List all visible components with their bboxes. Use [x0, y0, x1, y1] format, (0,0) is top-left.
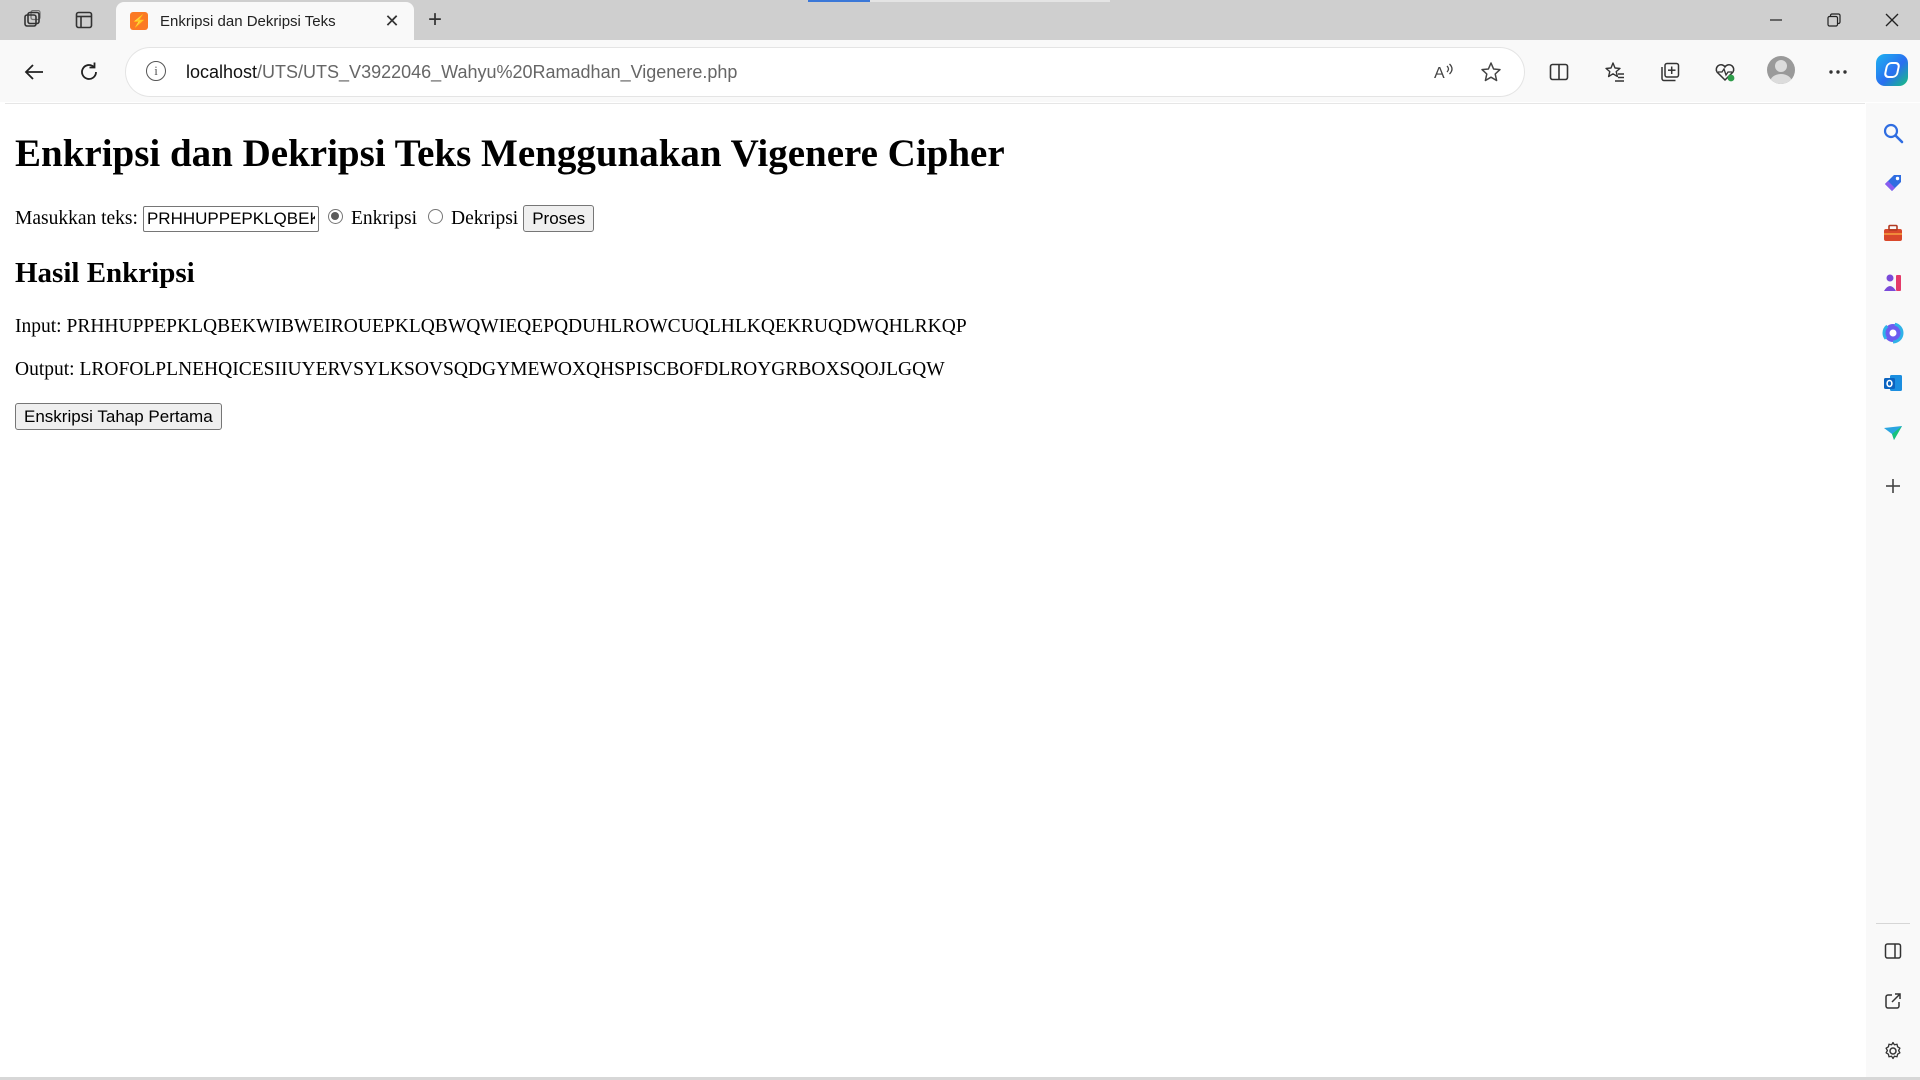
- copilot-icon[interactable]: [1876, 54, 1908, 86]
- info-icon[interactable]: i: [146, 61, 166, 81]
- text-input[interactable]: [142, 205, 319, 232]
- output-result-line: Output: LROFOLPLNEHQICESIIUYERVSYLKSOVSQ…: [15, 359, 945, 381]
- workspaces-icon[interactable]: [16, 5, 50, 35]
- settings-icon[interactable]: [1879, 1037, 1907, 1065]
- heart-pulse-icon[interactable]: [1707, 54, 1743, 90]
- input-result-text: PRHHUPPEPKLQBEKWIBWEIROUEPKLQBWQWIEQEPQD…: [66, 316, 967, 337]
- radio-decrypt-label: Dekripsi: [451, 207, 519, 229]
- loading-indicator: [808, 0, 870, 2]
- stage-encrypt-button[interactable]: Enskripsi Tahap Pertama: [15, 403, 222, 430]
- xampp-favicon-icon: ⚡: [130, 12, 148, 30]
- svg-text:A: A: [1434, 65, 1445, 82]
- close-icon[interactable]: ✕: [380, 9, 404, 33]
- edge-sidebar: [1866, 103, 1920, 1080]
- add-icon[interactable]: [1879, 472, 1907, 500]
- browser-toolbar: i localhost/UTS/UTS_V3922046_Wahyu%20Ram…: [0, 40, 1920, 102]
- tab-title: Enkripsi dan Dekripsi Teks: [160, 12, 336, 30]
- radio-decrypt[interactable]: [428, 208, 444, 224]
- more-icon[interactable]: [1820, 54, 1856, 90]
- url-path: /UTS/UTS_V3922046_Wahyu%20Ramadhan_Vigen…: [257, 62, 738, 82]
- sidebar-toggle-icon[interactable]: [1879, 937, 1907, 965]
- toolbox-icon[interactable]: [1879, 219, 1907, 247]
- split-screen-icon[interactable]: [1541, 54, 1577, 90]
- tab-active[interactable]: ⚡ Enkripsi dan Dekripsi Teks ✕: [116, 2, 414, 40]
- radio-encrypt[interactable]: [327, 208, 343, 224]
- loading-track: [870, 0, 1110, 2]
- output-prefix: Output:: [15, 359, 75, 380]
- url-host: localhost: [186, 62, 258, 82]
- new-tab-button[interactable]: +: [420, 5, 450, 35]
- input-prefix: Input:: [15, 316, 62, 337]
- star-icon[interactable]: [1477, 58, 1505, 86]
- input-label: Masukkan teks:: [15, 207, 138, 229]
- process-button[interactable]: Proses: [523, 205, 595, 232]
- close-window-icon[interactable]: [1864, 0, 1920, 40]
- url-text[interactable]: localhost/UTS/UTS_V3922046_Wahyu%20Ramad…: [186, 62, 737, 83]
- tag-icon[interactable]: [1879, 169, 1907, 197]
- cipher-form: Masukkan teks: Enkripsi Dekripsi Proses: [15, 205, 595, 232]
- tab-actions-icon[interactable]: [67, 5, 101, 35]
- favorites-icon[interactable]: [1597, 54, 1633, 90]
- minimize-icon[interactable]: [1748, 0, 1804, 40]
- output-result-text: LROFOLPLNEHQICESIIUYERVSYLKSOVSQDGYMEWOX…: [79, 359, 945, 380]
- microsoft-365-icon[interactable]: [1879, 319, 1907, 347]
- address-bar[interactable]: i localhost/UTS/UTS_V3922046_Wahyu%20Ram…: [126, 48, 1524, 96]
- games-icon[interactable]: [1879, 269, 1907, 297]
- refresh-icon[interactable]: [71, 54, 107, 90]
- search-icon[interactable]: [1879, 119, 1907, 147]
- back-arrow-icon[interactable]: [16, 54, 52, 90]
- page-title: Enkripsi dan Dekripsi Teks Menggunakan V…: [15, 132, 1005, 175]
- radio-encrypt-label: Enkripsi: [350, 207, 418, 229]
- tab-strip: ⚡ Enkripsi dan Dekripsi Teks ✕ +: [0, 0, 1920, 40]
- restore-icon[interactable]: [1806, 0, 1862, 40]
- input-result-line: Input: PRHHUPPEPKLQBEKWIBWEIROUEPKLQBWQW…: [15, 316, 967, 338]
- sidebar-divider: [1876, 923, 1910, 924]
- collections-icon[interactable]: [1652, 54, 1688, 90]
- page-viewport: Enkripsi dan Dekripsi Teks Menggunakan V…: [5, 103, 1865, 1078]
- read-aloud-icon[interactable]: A: [1430, 58, 1458, 86]
- result-heading: Hasil Enkripsi: [15, 257, 195, 289]
- external-link-icon[interactable]: [1879, 987, 1907, 1015]
- stage-form: Enskripsi Tahap Pertama: [15, 403, 222, 430]
- outlook-icon[interactable]: [1879, 369, 1907, 397]
- drop-icon[interactable]: [1879, 419, 1907, 447]
- profile-avatar-icon[interactable]: [1767, 56, 1795, 84]
